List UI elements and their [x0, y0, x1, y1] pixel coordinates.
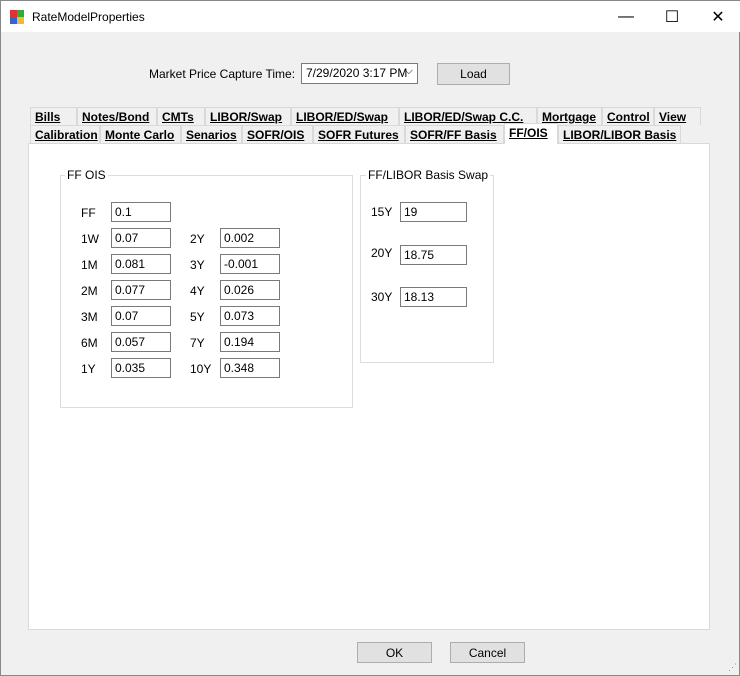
- tab-sofr-futures[interactable]: SOFR Futures: [313, 125, 405, 143]
- basis-input-20y[interactable]: 18.75: [400, 245, 467, 265]
- tab-sofr-ois[interactable]: SOFR/OIS: [242, 125, 313, 143]
- capture-time-value: 7/29/2020 3:17 PM: [306, 66, 408, 80]
- app-icon: [10, 10, 24, 24]
- maximize-button[interactable]: ☐: [649, 1, 695, 32]
- tab-libor-libor-basis[interactable]: LIBOR/LIBOR Basis: [558, 125, 681, 143]
- tab-calibration[interactable]: Calibration: [30, 125, 100, 143]
- rate-label: 3Y: [190, 258, 205, 272]
- rate-label: 7Y: [190, 336, 205, 350]
- rate-input-7y[interactable]: 0.194: [220, 332, 280, 352]
- tab-senarios[interactable]: Senarios: [181, 125, 242, 143]
- ff-label: FF: [81, 206, 96, 220]
- rate-label: 2Y: [190, 232, 205, 246]
- rate-label: 2M: [81, 284, 98, 298]
- basis-swap-group-title: FF/LIBOR Basis Swap: [366, 168, 491, 182]
- tab-bills[interactable]: Bills: [30, 107, 77, 125]
- rate-label: 1W: [81, 232, 99, 246]
- load-button[interactable]: Load: [437, 63, 510, 85]
- basis-input-15y[interactable]: 19: [400, 202, 467, 222]
- tab-sofr-ff-basis[interactable]: SOFR/FF Basis: [405, 125, 504, 143]
- chevron-down-icon: ⌵: [404, 65, 413, 77]
- tab-view[interactable]: View: [654, 107, 701, 125]
- tab-monte-carlo[interactable]: Monte Carlo: [100, 125, 181, 143]
- rate-input-2m[interactable]: 0.077: [111, 280, 171, 300]
- basis-input-30y[interactable]: 18.13: [400, 287, 467, 307]
- rate-input-3y[interactable]: -0.001: [220, 254, 280, 274]
- ok-button[interactable]: OK: [357, 642, 432, 663]
- rate-input-3m[interactable]: 0.07: [111, 306, 171, 326]
- tab-cmts[interactable]: CMTs: [157, 107, 205, 125]
- tab-libor-ed-swap[interactable]: LIBOR/ED/Swap: [291, 107, 399, 125]
- tab-notes-bond[interactable]: Notes/Bond: [77, 107, 157, 125]
- rate-label: 3M: [81, 310, 98, 324]
- tab-ff-ois[interactable]: FF/OIS: [504, 123, 558, 144]
- cancel-button[interactable]: Cancel: [450, 642, 525, 663]
- window-title: RateModelProperties: [32, 10, 145, 24]
- basis-label: 20Y: [371, 246, 393, 260]
- rate-label: 5Y: [190, 310, 205, 324]
- basis-label: 15Y: [371, 205, 393, 219]
- rate-label: 6M: [81, 336, 98, 350]
- rate-label: 1Y: [81, 362, 96, 376]
- resize-grip-icon[interactable]: ⋰: [728, 662, 737, 673]
- ff-input[interactable]: 0.1: [111, 202, 171, 222]
- capture-time-label: Market Price Capture Time:: [149, 67, 296, 81]
- rate-input-1m[interactable]: 0.081: [111, 254, 171, 274]
- rate-input-1y[interactable]: 0.035: [111, 358, 171, 378]
- rate-input-6m[interactable]: 0.057: [111, 332, 171, 352]
- tab-libor-swap[interactable]: LIBOR/Swap: [205, 107, 291, 125]
- close-button[interactable]: ✕: [695, 1, 740, 32]
- basis-label: 30Y: [371, 290, 393, 304]
- rate-label: 10Y: [190, 362, 212, 376]
- rate-input-5y[interactable]: 0.073: [220, 306, 280, 326]
- rate-label: 4Y: [190, 284, 205, 298]
- rate-input-1w[interactable]: 0.07: [111, 228, 171, 248]
- tab-control[interactable]: Control: [602, 107, 654, 125]
- rate-label: 1M: [81, 258, 98, 272]
- rate-input-4y[interactable]: 0.026: [220, 280, 280, 300]
- minimize-button[interactable]: —: [603, 1, 649, 32]
- capture-time-picker[interactable]: 7/29/2020 3:17 PM ⌵: [301, 63, 418, 84]
- rate-input-10y[interactable]: 0.348: [220, 358, 280, 378]
- ff-ois-group-title: FF OIS: [65, 168, 108, 182]
- rate-input-2y[interactable]: 0.002: [220, 228, 280, 248]
